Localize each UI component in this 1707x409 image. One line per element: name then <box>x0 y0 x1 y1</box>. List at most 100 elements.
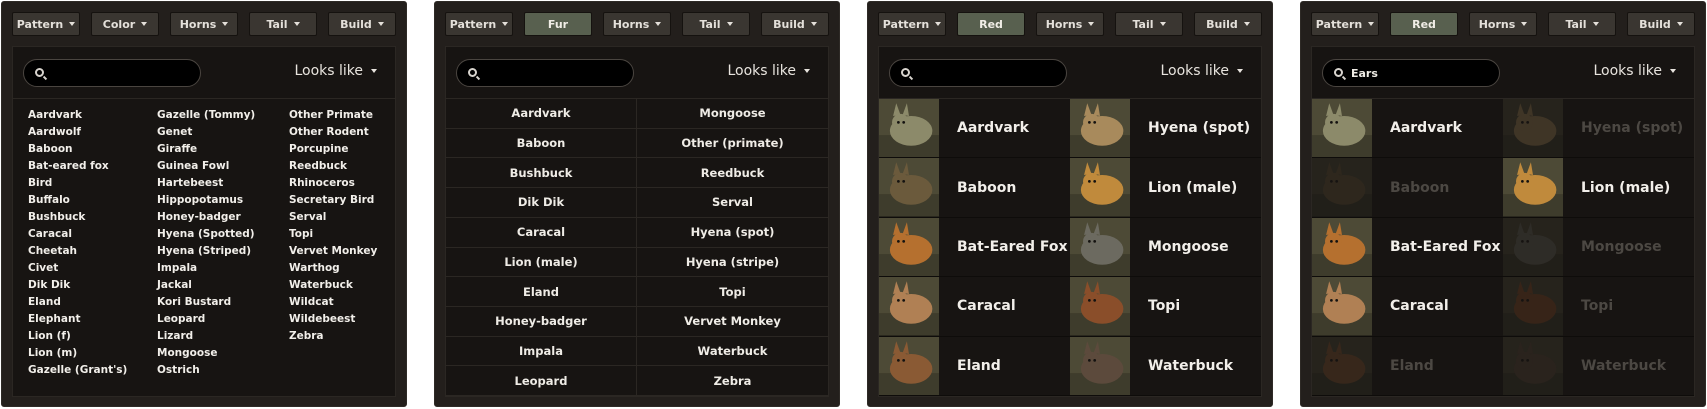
animal-tile[interactable]: Baboon <box>1312 158 1503 218</box>
animal-list-item[interactable]: Dik Dik <box>28 277 127 294</box>
animal-list-item[interactable]: Gazelle (Tommy) <box>157 107 255 124</box>
animal-list-item[interactable]: Hyena (Striped) <box>157 243 255 260</box>
looks-like-dropdown[interactable]: Looks like <box>1160 63 1243 79</box>
search-input[interactable] <box>52 64 192 82</box>
animal-list-item[interactable]: Porcupine <box>289 141 377 158</box>
filter-tail-button[interactable]: Tail <box>1115 12 1183 36</box>
animal-list-item[interactable]: Warthog <box>289 260 377 277</box>
filter-pattern-button[interactable]: Pattern <box>878 12 946 36</box>
filter-tail-button[interactable]: Tail <box>249 12 317 36</box>
animal-list-item[interactable]: Genet <box>157 124 255 141</box>
filter-horns-button[interactable]: Horns <box>1469 12 1537 36</box>
animal-tile[interactable]: Waterbuck <box>1070 336 1261 396</box>
animal-name-cell[interactable]: Other (primate) <box>637 129 828 159</box>
filter-pattern-button[interactable]: Pattern <box>1311 12 1379 36</box>
animal-list-item[interactable]: Topi <box>289 226 377 243</box>
animal-list-item[interactable]: Impala <box>157 260 255 277</box>
animal-tile[interactable]: Caracal <box>879 277 1070 337</box>
filter-build-button[interactable]: Build <box>1627 12 1695 36</box>
filter-build-button[interactable]: Build <box>1194 12 1262 36</box>
animal-list-item[interactable]: Other Primate <box>289 107 377 124</box>
animal-name-cell[interactable]: Leopard <box>446 366 637 396</box>
filter-horns-button[interactable]: Horns <box>1036 12 1104 36</box>
animal-list-item[interactable]: Reedbuck <box>289 158 377 175</box>
animal-list-item[interactable]: Wildebeest <box>289 311 377 328</box>
filter-red-button[interactable]: Red <box>1390 12 1458 36</box>
animal-name-cell[interactable]: Caracal <box>446 217 637 248</box>
animal-list-item[interactable]: Caracal <box>28 226 127 243</box>
filter-red-button[interactable]: Red <box>957 12 1025 36</box>
search-input[interactable] <box>1351 64 1491 82</box>
search-input[interactable] <box>485 64 625 82</box>
animal-list-item[interactable]: Vervet Monkey <box>289 243 377 260</box>
looks-like-dropdown[interactable]: Looks like <box>294 63 377 79</box>
animal-list-item[interactable]: Kori Bustard <box>157 294 255 311</box>
animal-name-cell[interactable]: Serval <box>637 188 828 218</box>
animal-tile[interactable]: Aardvark <box>1312 99 1503 159</box>
animal-tile[interactable]: Hyena (spot) <box>1503 99 1694 159</box>
animal-list-item[interactable]: Secretary Bird <box>289 192 377 209</box>
animal-name-cell[interactable]: Waterbuck <box>637 337 828 367</box>
animal-tile[interactable]: Hyena (spot) <box>1070 99 1261 159</box>
animal-list-item[interactable]: Hartebeest <box>157 175 255 192</box>
animal-list-item[interactable]: Waterbuck <box>289 277 377 294</box>
animal-list-item[interactable]: Bushbuck <box>28 209 127 226</box>
looks-like-dropdown[interactable]: Looks like <box>727 63 810 79</box>
animal-tile[interactable]: Aardvark <box>879 99 1070 159</box>
filter-horns-button[interactable]: Horns <box>170 12 238 36</box>
animal-tile[interactable]: Caracal <box>1312 277 1503 337</box>
filter-fur-button[interactable]: Fur <box>524 12 592 36</box>
animal-name-cell[interactable]: Zebra <box>637 366 828 396</box>
animal-name-cell[interactable]: Vervet Monkey <box>637 307 828 337</box>
animal-list-item[interactable]: Guinea Fowl <box>157 158 255 175</box>
filter-tail-button[interactable]: Tail <box>1548 12 1616 36</box>
animal-list-item[interactable]: Civet <box>28 260 127 277</box>
animal-list-item[interactable]: Lizard <box>157 328 255 345</box>
animal-list-item[interactable]: Lion (m) <box>28 345 127 362</box>
animal-list-item[interactable]: Jackal <box>157 277 255 294</box>
filter-pattern-button[interactable]: Pattern <box>12 12 80 36</box>
animal-list-item[interactable]: Leopard <box>157 311 255 328</box>
animal-list-item[interactable]: Serval <box>289 209 377 226</box>
animal-name-cell[interactable]: Topi <box>637 277 828 307</box>
animal-list-item[interactable]: Other Rodent <box>289 124 377 141</box>
animal-name-cell[interactable]: Lion (male) <box>446 247 637 278</box>
animal-tile[interactable]: Eland <box>1312 336 1503 396</box>
animal-name-cell[interactable]: Impala <box>446 336 637 367</box>
animal-list-item[interactable]: Hyena (Spotted) <box>157 226 255 243</box>
animal-list-item[interactable]: Aardvark <box>28 107 127 124</box>
animal-tile[interactable]: Lion (male) <box>1070 158 1261 218</box>
animal-list-item[interactable]: Bird <box>28 175 127 192</box>
filter-horns-button[interactable]: Horns <box>603 12 671 36</box>
animal-list-item[interactable]: Baboon <box>28 141 127 158</box>
animal-tile[interactable]: Topi <box>1503 277 1694 337</box>
animal-tile[interactable]: Bat-Eared Fox <box>879 217 1070 278</box>
looks-like-dropdown[interactable]: Looks like <box>1593 63 1676 79</box>
animal-tile[interactable]: Bat-Eared Fox <box>1312 217 1503 278</box>
animal-tile[interactable]: Baboon <box>879 158 1070 218</box>
animal-list-item[interactable]: Rhinoceros <box>289 175 377 192</box>
animal-name-cell[interactable]: Aardvark <box>446 99 637 129</box>
animal-tile[interactable]: Topi <box>1070 277 1261 337</box>
animal-list-item[interactable]: Zebra <box>289 328 377 345</box>
search-input[interactable] <box>918 64 1058 82</box>
filter-color-button[interactable]: Color <box>91 12 159 36</box>
animal-list-item[interactable]: Mongoose <box>157 345 255 362</box>
filter-pattern-button[interactable]: Pattern <box>445 12 513 36</box>
filter-build-button[interactable]: Build <box>328 12 396 36</box>
animal-list-item[interactable]: Cheetah <box>28 243 127 260</box>
animal-list-item[interactable]: Elephant <box>28 311 127 328</box>
filter-tail-button[interactable]: Tail <box>682 12 750 36</box>
animal-name-cell[interactable]: Baboon <box>446 128 637 159</box>
animal-tile[interactable]: Eland <box>879 336 1070 396</box>
animal-name-cell[interactable]: Mongoose <box>637 99 828 129</box>
animal-list-item[interactable]: Giraffe <box>157 141 255 158</box>
animal-tile[interactable]: Mongoose <box>1503 217 1694 278</box>
animal-tile[interactable]: Waterbuck <box>1503 336 1694 396</box>
animal-list-item[interactable]: Wildcat <box>289 294 377 311</box>
animal-name-cell[interactable]: Reedbuck <box>637 158 828 189</box>
animal-name-cell[interactable]: Dik Dik <box>446 188 637 218</box>
animal-name-cell[interactable]: Bushbuck <box>446 158 637 189</box>
filter-build-button[interactable]: Build <box>761 12 829 36</box>
animal-list-item[interactable]: Eland <box>28 294 127 311</box>
